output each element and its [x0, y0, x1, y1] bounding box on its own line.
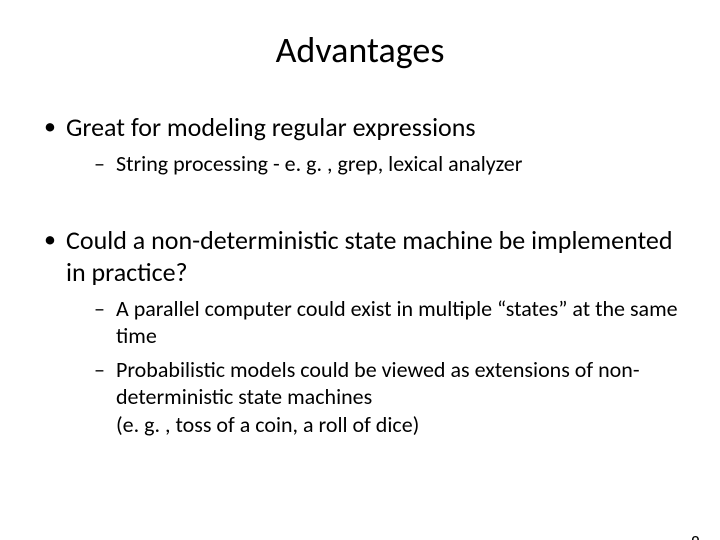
bullet-1-text: Great for modeling regular expressions	[66, 111, 476, 143]
spacer	[40, 187, 680, 225]
sub-item-1-1: String processing - e. g. , grep, lexica…	[94, 150, 680, 178]
page-number: 8	[691, 532, 700, 540]
bullet-item-2: Could a non-deterministic state machine …	[40, 225, 680, 438]
sub-2-2-text: Probabilistic models could be viewed as …	[116, 356, 640, 438]
sub-item-2-2: Probabilistic models could be viewed as …	[94, 356, 680, 439]
bullet-list: Great for modeling regular expressions S…	[0, 112, 720, 438]
bullet-item-1: Great for modeling regular expressions S…	[40, 112, 680, 177]
slide-title: Advantages	[0, 28, 720, 72]
sub-list-2: A parallel computer could exist in multi…	[66, 295, 680, 439]
sub-1-1-text: String processing - e. g. , grep, lexica…	[116, 150, 522, 177]
sub-2-1-text: A parallel computer could exist in multi…	[116, 295, 678, 350]
sub-item-2-1: A parallel computer could exist in multi…	[94, 295, 680, 350]
slide: Advantages Great for modeling regular ex…	[0, 28, 720, 540]
sub-list-1: String processing - e. g. , grep, lexica…	[66, 150, 680, 178]
bullet-2-text: Could a non-deterministic state machine …	[66, 224, 673, 288]
